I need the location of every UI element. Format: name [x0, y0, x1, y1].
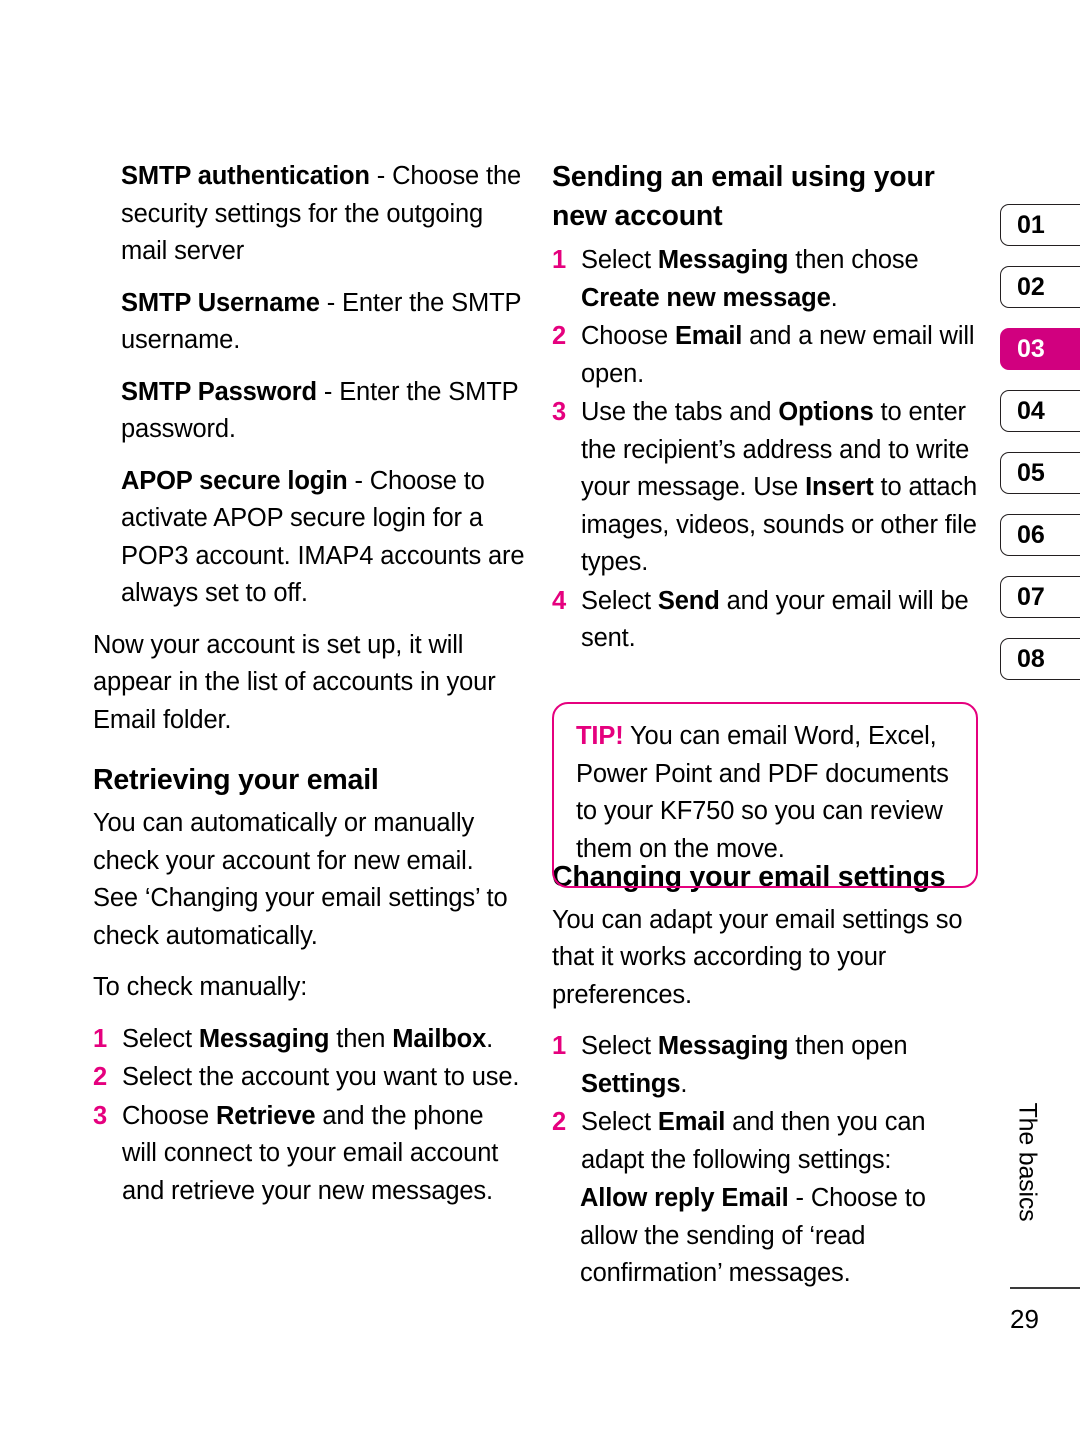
chapter-tab-07[interactable]: 07 [1000, 576, 1080, 618]
step-item: 1 Select Messaging then Mailbox. [93, 1021, 525, 1059]
step-emphasis: Messaging [198, 1024, 330, 1053]
step-number: 3 [552, 398, 567, 426]
step-number: 2 [93, 1063, 108, 1091]
manual-page: SMTP authentication - Choose the securit… [0, 0, 1080, 1439]
chapter-tab-04[interactable]: 04 [1000, 390, 1080, 432]
left-column: SMTP authentication - Choose the securit… [93, 158, 525, 1224]
chapter-tab-label: 02 [1017, 272, 1045, 301]
definition-separator: - [369, 162, 393, 190]
sending-steps-list: 1 Select Messaging then chose Create new … [552, 242, 984, 658]
definition-allow-reply-email: Allow reply Email - Choose to allow the … [552, 1180, 984, 1293]
step-number: 1 [552, 1032, 567, 1060]
chapter-tab-label: 03 [1017, 334, 1045, 363]
step-text: Use the tabs and [581, 398, 779, 426]
tip-callout: TIP! You can email Word, Excel, Power Po… [552, 702, 978, 888]
definition-separator: - [347, 466, 370, 495]
chapter-tab-label: 06 [1017, 520, 1045, 549]
step-emphasis: Send [657, 586, 720, 615]
step-text: Choose [581, 322, 675, 350]
definition-term: APOP secure login [121, 466, 348, 495]
step-text: Select [122, 1024, 199, 1053]
step-text: Select [581, 246, 658, 274]
chapter-tab-06[interactable]: 06 [1000, 514, 1080, 556]
step-item: 2 Select Email and then you can adapt the… [552, 1104, 984, 1179]
step-item: 2 Select the account you want to use. [93, 1059, 525, 1097]
step-text: Select [581, 1108, 658, 1136]
definition-separator: - [319, 288, 343, 317]
chapter-tab-label: 08 [1017, 644, 1045, 673]
step-number: 1 [93, 1024, 108, 1053]
step-text: then chose [788, 246, 919, 274]
check-manually-lead: To check manually: [93, 973, 308, 1001]
chapter-tab-label: 01 [1017, 210, 1045, 239]
chapter-tab-label: 05 [1017, 458, 1045, 487]
step-text: Choose [122, 1101, 216, 1130]
definition-smtp-authentication: SMTP authentication - Choose the securit… [93, 158, 525, 271]
definition-smtp-password: SMTP Password - Enter the SMTP password. [93, 374, 525, 449]
chapter-tab-03[interactable]: 03 [1000, 328, 1080, 370]
step-emphasis: Options [778, 398, 874, 426]
step-item: 1 Select Messaging then open Settings. [552, 1028, 984, 1103]
folio-rule [1010, 1287, 1080, 1289]
chapter-tab-05[interactable]: 05 [1000, 452, 1080, 494]
chapter-tab-08[interactable]: 08 [1000, 638, 1080, 680]
step-text: Select [581, 586, 658, 615]
step-text: then [329, 1024, 393, 1053]
step-emphasis: Messaging [657, 1032, 789, 1060]
step-text: Select the account you want to use. [122, 1063, 520, 1091]
tip-body: You can email Word, Excel, Power Point a… [576, 722, 949, 863]
step-item: 3 Choose Retrieve and the phone will conn… [93, 1098, 525, 1211]
step-text: then open [788, 1032, 908, 1060]
step-emphasis: Create new message [581, 283, 831, 312]
tip-text: TIP! You can email Word, Excel, Power Po… [576, 718, 954, 868]
step-number: 3 [93, 1101, 108, 1130]
step-item: 1 Select Messaging then chose Create new … [552, 242, 984, 317]
step-emphasis: Email [657, 1108, 726, 1136]
step-emphasis: Insert [805, 473, 874, 501]
definition-term: Allow reply Email [580, 1184, 789, 1212]
definition-separator: - [316, 377, 340, 406]
chapter-label: The basics [1010, 1103, 1044, 1280]
chapter-tab-01[interactable]: 01 [1000, 204, 1080, 246]
chapter-tabs: 01 02 03 04 05 06 07 08 [1000, 204, 1080, 700]
settings-steps-list: 1 Select Messaging then open Settings. 2 Se… [552, 1028, 984, 1179]
step-text: . [830, 283, 838, 312]
chapter-tab-label: 04 [1017, 396, 1045, 425]
chapter-label-text: The basics [1013, 1102, 1042, 1222]
step-number: 4 [552, 586, 567, 615]
chapter-tab-02[interactable]: 02 [1000, 266, 1080, 308]
step-text: Select [581, 1032, 658, 1060]
step-item: 3 Use the tabs and Options to enter the r… [552, 394, 984, 582]
step-number: 2 [552, 1108, 567, 1136]
step-text: . [486, 1024, 494, 1053]
heading-sending-an-email: Sending an email using your new account [552, 161, 935, 232]
definition-separator: - [788, 1184, 811, 1212]
definition-term: SMTP Username [121, 288, 320, 317]
step-number: 2 [552, 322, 567, 350]
tip-label: TIP! [576, 722, 624, 750]
definition-apop-secure-login: APOP secure login - Choose to activate A… [93, 463, 525, 613]
step-emphasis: Retrieve [215, 1101, 316, 1130]
retrieving-intro-paragraph: You can automatically or manually check … [93, 809, 508, 950]
definition-term: SMTP authentication [121, 162, 370, 190]
step-emphasis: Settings [581, 1069, 681, 1098]
heading-retrieving-your-email: Retrieving your email [93, 764, 379, 796]
step-emphasis: Mailbox [392, 1024, 487, 1053]
step-number: 1 [552, 246, 567, 274]
account-setup-paragraph: Now your account is set up, it will appe… [93, 630, 496, 734]
definition-smtp-username: SMTP Username - Enter the SMTP username. [93, 285, 525, 360]
step-emphasis: Email [674, 322, 743, 350]
retrieving-steps-list: 1 Select Messaging then Mailbox. 2 Select t… [93, 1021, 525, 1211]
step-emphasis: Messaging [657, 246, 789, 274]
definition-term: SMTP Password [121, 377, 317, 406]
chapter-tab-label: 07 [1017, 582, 1045, 611]
step-item: 4 Select Send and your email will be sent… [552, 583, 984, 658]
step-item: 2 Choose Email and a new email will open. [552, 318, 984, 393]
page-number: 29 [1010, 1304, 1039, 1334]
settings-intro-paragraph: You can adapt your email settings so tha… [552, 905, 963, 1009]
step-text: . [680, 1069, 688, 1098]
